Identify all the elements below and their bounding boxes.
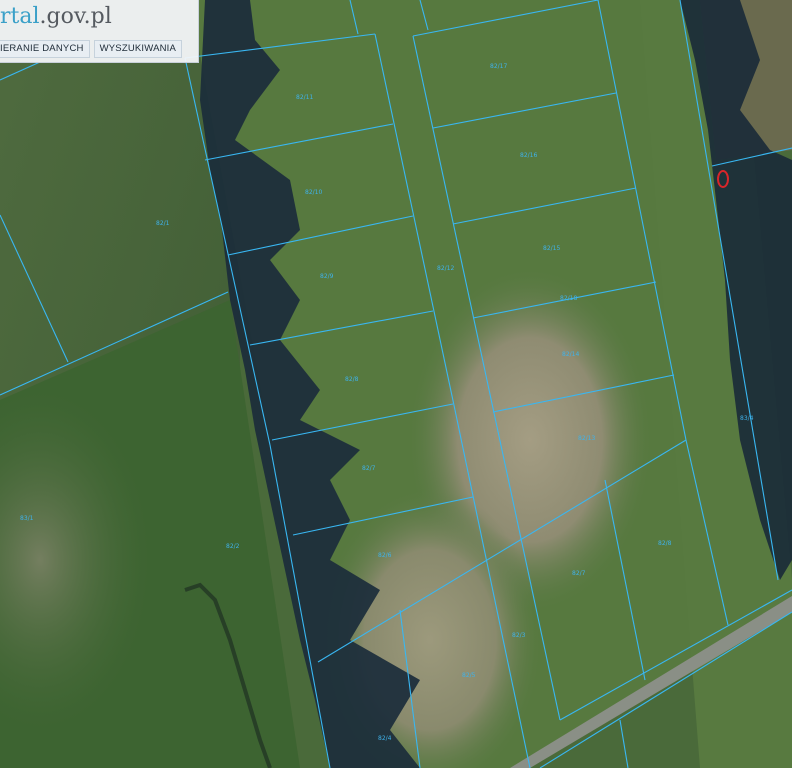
parcel-label[interactable]: 83/1 [20, 515, 34, 522]
portal-header: rtal.gov.pl IERANIE DANYCH WYSZUKIWANIA [0, 0, 199, 63]
parcel-label[interactable]: 82/7 [362, 465, 376, 472]
parcel-label[interactable]: 82/8 [658, 540, 672, 547]
parcel-label[interactable]: 82/13 [578, 435, 595, 442]
parcel-label[interactable]: 82/18 [560, 295, 577, 302]
top-nav: IERANIE DANYCH WYSZUKIWANIA [0, 40, 183, 58]
nav-download-data-button[interactable]: IERANIE DANYCH [0, 40, 90, 58]
parcel-label[interactable]: 82/7 [572, 570, 586, 577]
brand-name: rtal [0, 4, 40, 29]
parcel-label[interactable]: 82/15 [543, 245, 560, 252]
orthophoto-map[interactable]: 82/11 82/10 82/9 82/8 82/7 82/6 82/5 82/… [0, 0, 792, 768]
parcel-label[interactable]: 82/16 [520, 152, 537, 159]
parcel-label[interactable]: 82/2 [226, 543, 240, 550]
parcel-label[interactable]: 82/1 [156, 220, 170, 227]
parcel-label[interactable]: 82/10 [305, 189, 322, 196]
parcel-label[interactable]: 82/3 [512, 632, 526, 639]
parcel-label[interactable]: 82/6 [378, 552, 392, 559]
portal-brand[interactable]: rtal.gov.pl [0, 4, 112, 30]
parcel-label[interactable]: 82/8 [345, 376, 359, 383]
parcel-label[interactable]: 82/12 [437, 265, 454, 272]
parcel-label[interactable]: 82/11 [296, 94, 313, 101]
parcel-label[interactable]: 82/5 [462, 672, 476, 679]
parcel-label[interactable]: 82/14 [562, 351, 579, 358]
parcel-label[interactable]: 82/4 [378, 735, 392, 742]
parcel-label[interactable]: 82/9 [320, 273, 334, 280]
brand-domain: .gov.pl [39, 4, 112, 29]
parcel-label[interactable]: 83/4 [740, 415, 754, 422]
map-pin-icon[interactable] [716, 169, 730, 189]
parcel-label[interactable]: 82/17 [490, 63, 507, 70]
nav-search-button[interactable]: WYSZUKIWANIA [93, 40, 183, 58]
